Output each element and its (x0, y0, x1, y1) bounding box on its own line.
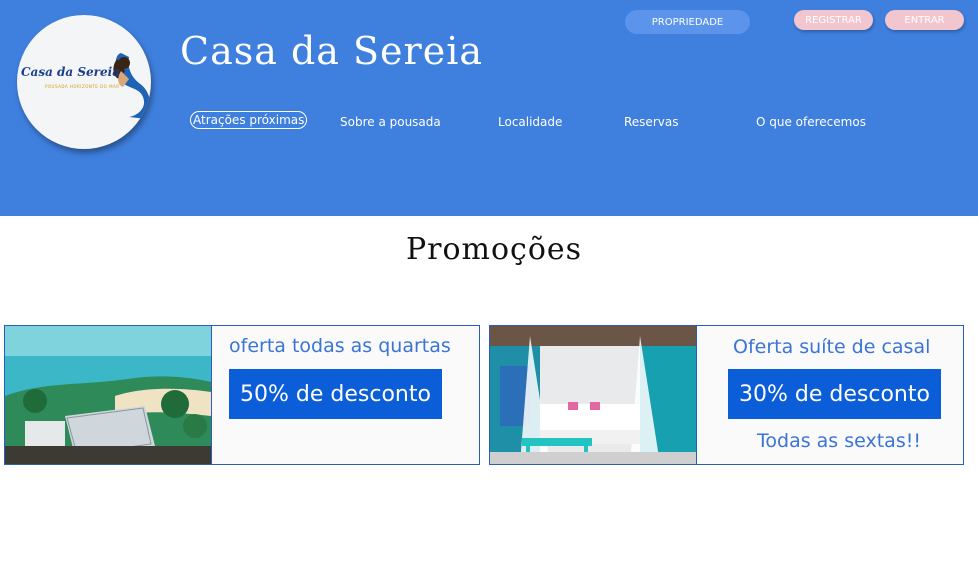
couple-suite-photo (490, 326, 696, 464)
nav-item-reservations[interactable]: Reservas (624, 115, 678, 129)
logo-subtext: POUSADA HORIZONTE DO MAR (45, 84, 120, 89)
promo-card: Oferta suíte de casal 30% de desconto To… (489, 325, 964, 465)
promo-card: oferta todas as quartas 50% de desconto (4, 325, 480, 465)
site-title: Casa da Sereia (180, 29, 484, 73)
site-header: Casa da Sereia POUSADA HORIZONTE DO MAR … (0, 0, 978, 216)
nav-item-offerings[interactable]: O que oferecemos (756, 115, 866, 129)
offer-note: Todas as sextas!! (757, 430, 921, 452)
discount-button[interactable]: 30% de desconto (728, 369, 941, 419)
nav-item-nearby-attractions[interactable]: Atrações próximas (190, 111, 308, 129)
offer-text: Oferta suíte de casal (733, 336, 931, 358)
mermaid-icon (113, 53, 151, 119)
beach-resort-photo (5, 326, 211, 464)
login-button[interactable]: ENTRAR (885, 10, 964, 30)
card-divider (211, 326, 212, 464)
property-button[interactable]: PROPRIEDADE (625, 10, 750, 34)
register-button[interactable]: REGISTRAR (794, 10, 873, 30)
logo[interactable]: Casa da Sereia POUSADA HORIZONTE DO MAR (17, 15, 151, 149)
card-divider (696, 326, 697, 464)
logo-text: Casa da Sereia (21, 65, 120, 79)
nav-item-location[interactable]: Localidade (498, 115, 562, 129)
section-title: Promoções (405, 232, 583, 267)
offer-text: oferta todas as quartas (229, 335, 451, 357)
nav-item-about[interactable]: Sobre a pousada (340, 115, 441, 129)
discount-button[interactable]: 50% de desconto (229, 369, 442, 419)
